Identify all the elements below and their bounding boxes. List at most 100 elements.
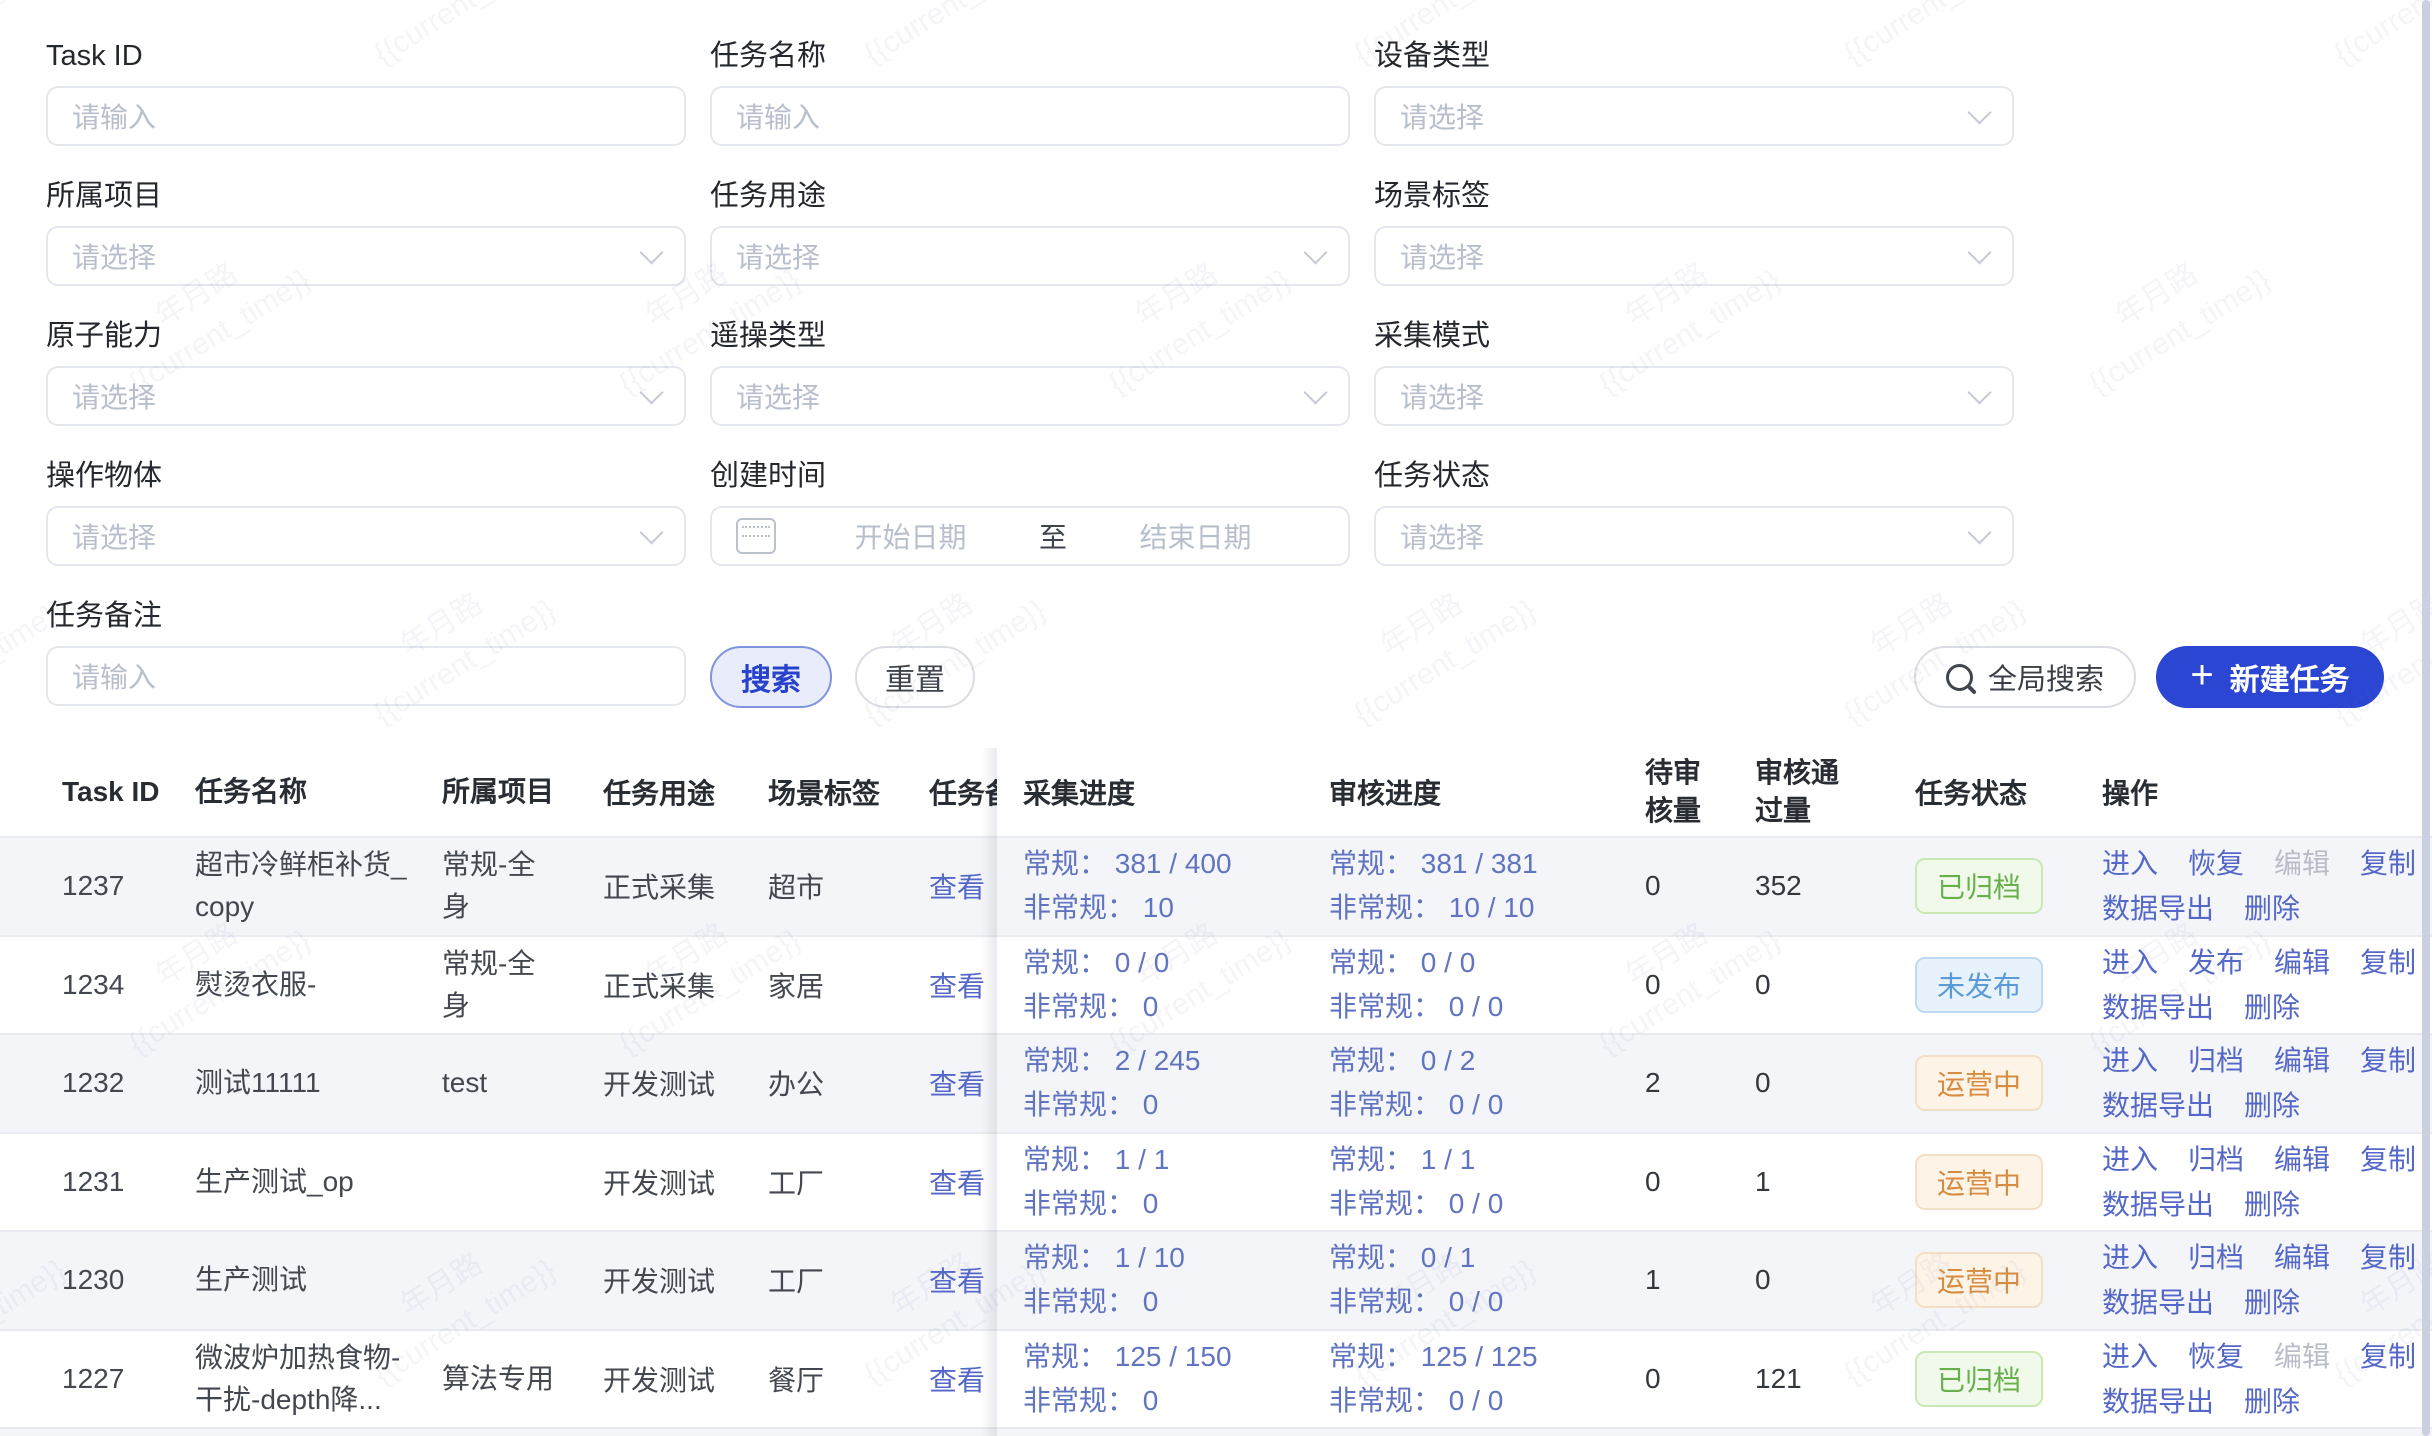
remark-view-link[interactable]: 查看 — [929, 1359, 985, 1399]
search-button[interactable]: 搜索 — [710, 646, 832, 708]
cell-collect-progress: 常规： 1 / 10非常规： 0 — [1023, 1232, 1323, 1329]
remark-view-link[interactable]: 查看 — [929, 1162, 985, 1202]
action-export-link[interactable]: 数据导出 — [2102, 1189, 2214, 1220]
header-status: 任务状态 — [1915, 748, 2085, 836]
action-restore-link[interactable]: 恢复 — [2188, 1341, 2244, 1372]
filter-grid: Task ID请输入任务名称请输入设备类型请选择所属项目请选择任务用途请选择场景… — [46, 36, 2014, 706]
row-fixed-panel: 常规： 2 / 245非常规： 0常规： 0 / 2非常规： 0 / 020运营… — [997, 1035, 2432, 1132]
task-remark-input[interactable]: 请输入 — [46, 646, 686, 706]
row-fixed-panel: 常规： 1 / 1非常规： 0常规： 1 / 1非常规： 0 / 001运营中进… — [997, 1134, 2432, 1231]
end-date-placeholder[interactable]: 结束日期 — [1067, 516, 1324, 556]
filter-field-device-type: 设备类型请选择 — [1374, 36, 2014, 146]
header-name: 任务名称 — [195, 748, 410, 836]
action-edit-link[interactable]: 编辑 — [2274, 1144, 2330, 1175]
action-edit-link[interactable]: 编辑 — [2274, 947, 2330, 978]
collect-mode-select[interactable]: 请选择 — [1374, 366, 2014, 426]
remark-view-link[interactable]: 查看 — [929, 1260, 985, 1300]
action-export-link[interactable]: 数据导出 — [2102, 1386, 2214, 1417]
task-purpose-select[interactable]: 请选择 — [710, 226, 1350, 286]
new-task-button[interactable]: + 新建任务 — [2156, 646, 2384, 708]
global-search-button[interactable]: 全局搜索 — [1914, 646, 2136, 708]
cell-project: 算法专用 — [442, 1331, 560, 1428]
created-time-range-picker[interactable]: 开始日期至结束日期 — [710, 506, 1350, 566]
action-export-link[interactable]: 数据导出 — [2102, 1090, 2214, 1121]
action-copy-link[interactable]: 复制 — [2360, 1242, 2416, 1273]
action-delete-link[interactable]: 删除 — [2244, 893, 2300, 924]
action-edit-link: 编辑 — [2274, 1341, 2330, 1372]
table-row: 1230生产测试开发测试工厂查看常规： 1 / 10非常规： 0常规： 0 / … — [0, 1232, 2432, 1331]
action-copy-link[interactable]: 复制 — [2360, 1341, 2416, 1372]
action-export-link[interactable]: 数据导出 — [2102, 893, 2214, 924]
action-enter-link[interactable]: 进入 — [2102, 947, 2158, 978]
action-delete-link[interactable]: 删除 — [2244, 1090, 2300, 1121]
range-separator: 至 — [1039, 516, 1067, 556]
remark-view-link[interactable]: 查看 — [929, 866, 985, 906]
start-date-placeholder[interactable]: 开始日期 — [782, 516, 1039, 556]
filter-field-task-name: 任务名称请输入 — [710, 36, 1350, 146]
new-task-label: 新建任务 — [2230, 655, 2350, 699]
action-edit-link[interactable]: 编辑 — [2274, 1045, 2330, 1076]
action-copy-link[interactable]: 复制 — [2360, 947, 2416, 978]
header-scene: 场景标签 — [768, 748, 913, 836]
action-delete-link[interactable]: 删除 — [2244, 1189, 2300, 1220]
cell-status: 运营中 — [1915, 1035, 2085, 1132]
task-name-input[interactable]: 请输入 — [710, 86, 1350, 146]
device-type-select[interactable]: 请选择 — [1374, 86, 2014, 146]
atomic-ability-select[interactable]: 请选择 — [46, 366, 686, 426]
placeholder: 请选择 — [1400, 236, 1484, 276]
action-enter-link[interactable]: 进入 — [2102, 1144, 2158, 1175]
row-fixed-panel: 常规： 1 / 10非常规： 0常规： 0 / 1非常规： 0 / 010运营中… — [997, 1232, 2432, 1329]
action-copy-link[interactable]: 复制 — [2360, 848, 2416, 879]
action-restore-link[interactable]: 恢复 — [2188, 848, 2244, 879]
action-enter-link[interactable]: 进入 — [2102, 1045, 2158, 1076]
action-archive-link[interactable]: 归档 — [2188, 1242, 2244, 1273]
row-fixed-panel: 常规： 0 / 0非常规： 0常规： 0 / 0非常规： 0 / 000未发布进… — [997, 937, 2432, 1034]
action-copy-link[interactable]: 复制 — [2360, 1045, 2416, 1076]
header-purpose: 任务用途 — [603, 748, 748, 836]
cell-actions: 进入恢复编辑复制数据导出删除 — [2102, 838, 2422, 935]
vertical-scrollbar[interactable] — [2422, 0, 2430, 1436]
cell-scene: 工厂 — [768, 1232, 913, 1329]
cell-scene: 超市 — [768, 838, 913, 935]
remark-view-link[interactable]: 查看 — [929, 1063, 985, 1103]
cell-task-id: 1232 — [62, 1035, 172, 1132]
action-delete-link[interactable]: 删除 — [2244, 1287, 2300, 1318]
filter-field-collect-mode: 采集模式请选择 — [1374, 316, 2014, 426]
filter-field-task-status: 任务状态请选择 — [1374, 456, 2014, 566]
cell-task-name: 测试11111 — [195, 1035, 410, 1132]
reset-button[interactable]: 重置 — [855, 646, 975, 708]
table-row: 1234熨烫衣服-常规-全身正式采集家居查看常规： 0 / 0非常规： 0常规：… — [0, 937, 2432, 1036]
action-enter-link[interactable]: 进入 — [2102, 848, 2158, 879]
action-copy-link[interactable]: 复制 — [2360, 1144, 2416, 1175]
filter-field-task-id: Task ID请输入 — [46, 36, 686, 146]
cell-purpose: 开发测试 — [603, 1331, 748, 1428]
scene-tag-select[interactable]: 请选择 — [1374, 226, 2014, 286]
watermark-name: 年月路 — [342, 0, 541, 39]
action-export-link[interactable]: 数据导出 — [2102, 1287, 2214, 1318]
action-enter-link[interactable]: 进入 — [2102, 1242, 2158, 1273]
action-archive-link[interactable]: 归档 — [2188, 1144, 2244, 1175]
task-status-select[interactable]: 请选择 — [1374, 506, 2014, 566]
header-actions: 操作 — [2102, 748, 2422, 836]
cell-pending-count: 0 — [1645, 1134, 1709, 1231]
project-select[interactable]: 请选择 — [46, 226, 686, 286]
cell-project: test — [442, 1035, 560, 1132]
action-delete-link[interactable]: 删除 — [2244, 1386, 2300, 1417]
row-fixed-panel: 常规： 381 / 400非常规： 10常规： 381 / 381非常规： 10… — [997, 838, 2432, 935]
object-select[interactable]: 请选择 — [46, 506, 686, 566]
cell-pending-count: 0 — [1645, 937, 1709, 1034]
cell-purpose: 开发测试 — [603, 1134, 748, 1231]
watermark-time: {{current_time}} — [2081, 259, 2280, 406]
review-irregular: 非常规： 0 / 0 — [1329, 1379, 1538, 1423]
action-archive-link[interactable]: 归档 — [2188, 1045, 2244, 1076]
action-export-link[interactable]: 数据导出 — [2102, 992, 2214, 1023]
teleop-type-select[interactable]: 请选择 — [710, 366, 1350, 426]
remark-view-link[interactable]: 查看 — [929, 965, 985, 1005]
action-publish-link[interactable]: 发布 — [2188, 947, 2244, 978]
action-delete-link[interactable]: 删除 — [2244, 992, 2300, 1023]
action-edit-link[interactable]: 编辑 — [2274, 1242, 2330, 1273]
action-enter-link[interactable]: 进入 — [2102, 1341, 2158, 1372]
filter-field-scene-tag: 场景标签请选择 — [1374, 176, 2014, 286]
task-id-input[interactable]: 请输入 — [46, 86, 686, 146]
cell-purpose: 正式采集 — [603, 937, 748, 1034]
